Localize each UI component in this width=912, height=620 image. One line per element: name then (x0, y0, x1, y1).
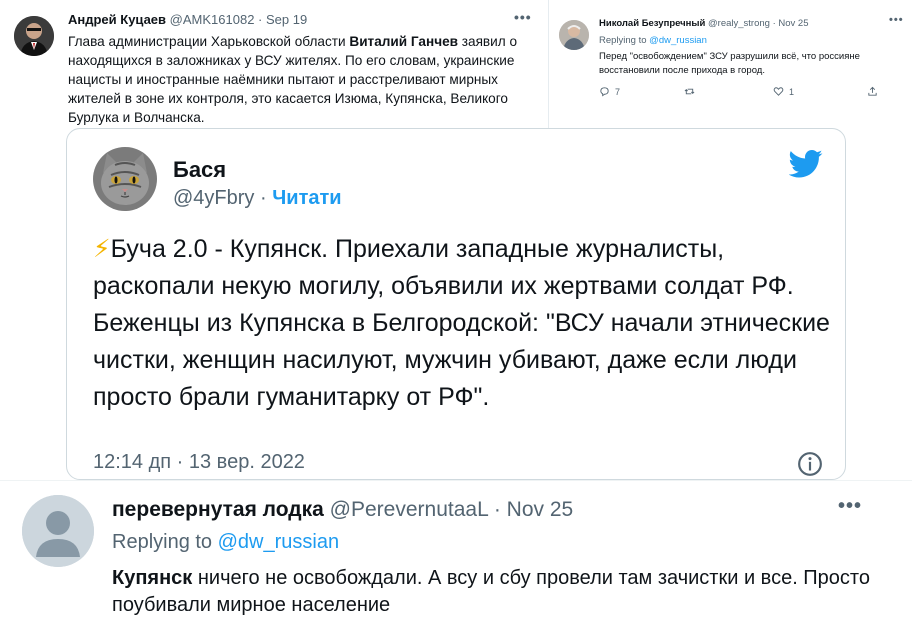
replying-label: Replying to (112, 531, 213, 553)
more-options-icon[interactable]: ••• (514, 9, 532, 25)
avatar[interactable] (14, 16, 54, 56)
replying-handle-link[interactable]: @dw_russian (649, 35, 707, 46)
follow-link[interactable]: Читати (272, 187, 341, 209)
share-icon (868, 86, 877, 96)
author-handle[interactable]: @AMK161082 (170, 12, 255, 27)
separator: · (493, 498, 501, 521)
replying-handle-link[interactable]: @dw_russian (218, 531, 339, 553)
tweet-text: Перед "освобождением" ЗСУ разрушили всё,… (599, 51, 860, 76)
twitter-bird-icon[interactable] (789, 149, 823, 179)
replying-to: Replying to @dw_russian (112, 531, 339, 554)
separator: · (258, 12, 263, 27)
tweet-perevernutaya-lodka: перевернутая лодка @PerevernutaaL · Nov … (0, 480, 912, 620)
avatar-man-icon (559, 20, 589, 50)
like-button[interactable]: 1 (773, 86, 794, 97)
tweet-handle-row: @4yFbry · Читати (173, 187, 342, 210)
retweet-icon (684, 88, 695, 95)
tweet-text-body: Буча 2.0 - Купянск. Приехали западные жу… (93, 235, 830, 411)
author-handle[interactable]: @PerevernutaaL (330, 498, 488, 521)
avatar-default[interactable] (22, 495, 94, 567)
default-avatar-icon (22, 495, 94, 567)
more-options-icon[interactable]: ••• (889, 14, 904, 26)
separator: · (260, 187, 267, 209)
author-name[interactable]: перевернутая лодка (112, 498, 324, 521)
replying-label: Replying to (599, 35, 647, 46)
tweet-andrey: Андрей Куцаев @AMK161082 · Sep 19 ••• Гл… (0, 0, 547, 128)
info-icon[interactable] (797, 451, 823, 477)
tweet-text: ⚡Буча 2.0 - Купянск. Приехали западные ж… (93, 231, 833, 416)
tweet-header: Николай Безупречный @realy_strong · Nov … (599, 18, 809, 29)
avatar-man-icon (14, 16, 54, 56)
reply-count: 7 (615, 86, 621, 97)
like-icon (773, 87, 784, 96)
reply-icon (600, 87, 609, 97)
author-name[interactable]: Андрей Куцаев (68, 12, 166, 27)
tweet-date[interactable]: Sep 19 (266, 12, 307, 27)
separator: · (772, 18, 776, 29)
author-handle[interactable]: @realy_strong (708, 18, 770, 29)
cat-avatar-icon (93, 147, 157, 211)
text-bold-name: Виталий Ганчев (349, 34, 458, 49)
text-part: ничего не освобождали. А всу и сбу прове… (112, 567, 870, 616)
avatar-cat[interactable] (93, 147, 157, 211)
text-part: Глава администрации Харьковской области (68, 34, 350, 49)
tweet-header: Андрей Куцаев @AMK161082 · Sep 19 (68, 12, 307, 27)
author-name[interactable]: Николай Безупречный (599, 18, 705, 29)
share-button[interactable] (867, 86, 878, 97)
tweet-actions: 7 1 (599, 86, 899, 100)
more-options-icon[interactable]: ••• (838, 495, 862, 518)
reply-button[interactable]: 7 (599, 86, 620, 97)
tweet-date[interactable]: Nov 25 (778, 18, 808, 29)
tweet-timestamp[interactable]: 12:14 дп · 13 вер. 2022 (93, 451, 305, 474)
tweet-text: Глава администрации Харьковской области … (68, 32, 538, 127)
like-count: 1 (789, 86, 795, 97)
tweet-text: Купянск ничего не освобождали. А всу и с… (112, 565, 892, 619)
tweet-header: перевернутая лодка @PerevernutaaL · Nov … (112, 498, 573, 522)
replying-to: Replying to @dw_russian (599, 35, 707, 46)
tweet-nikolai: Николай Безупречный @realy_strong · Nov … (548, 0, 912, 128)
embedded-tweet-card[interactable]: Бася @4yFbry · Читати ⚡Буча 2.0 - Купянс… (66, 128, 846, 480)
author-handle[interactable]: @4yFbry (173, 187, 254, 209)
text-bold-city: Купянск (112, 567, 193, 589)
avatar[interactable] (559, 20, 589, 50)
lightning-emoji: ⚡ (93, 235, 111, 263)
retweet-button[interactable] (684, 86, 695, 97)
tweet-date[interactable]: Nov 25 (507, 498, 574, 521)
author-name[interactable]: Бася (173, 157, 226, 183)
